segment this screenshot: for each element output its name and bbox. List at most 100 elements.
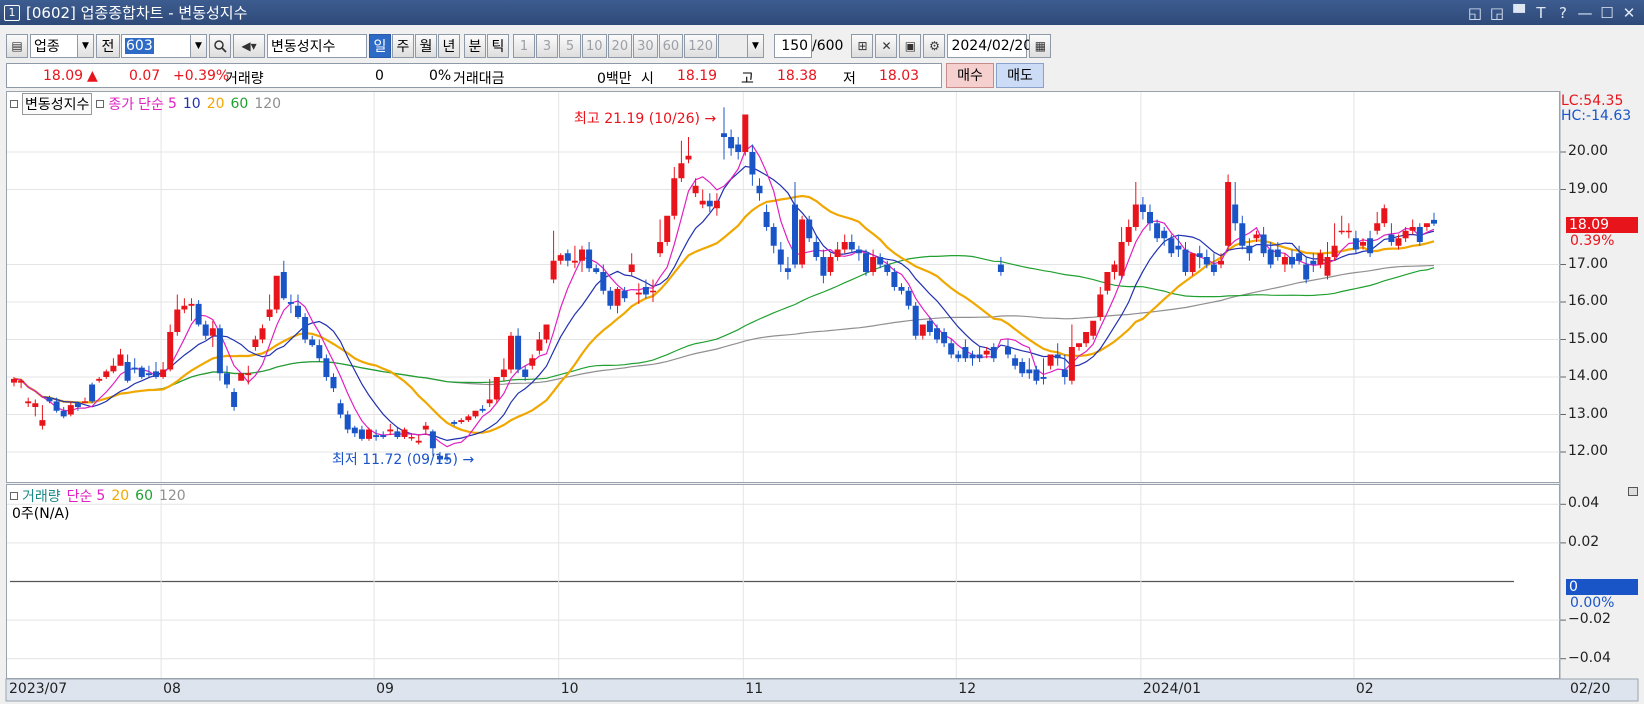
candle-body: [777, 249, 784, 265]
candle-body: [926, 320, 933, 332]
candle-body: [1168, 238, 1175, 254]
low-annotation: 최저 11.72 (09/15) →: [332, 449, 474, 469]
x-tick-label: 02: [1355, 681, 1374, 697]
window: 1 [0602] 업종종합차트 - 변동성지수 ◱ ◲ ▀ T ? — ☐ ✕ …: [0, 0, 1644, 704]
candle-body: [245, 373, 252, 376]
legend-ma-toggle-icon[interactable]: [96, 100, 105, 108]
volume-legend-ma60: 60: [135, 488, 153, 504]
candle-body: [231, 392, 238, 407]
candle-body: [1317, 253, 1324, 265]
legend-toggle-icon[interactable]: [10, 100, 18, 108]
candle-body: [955, 354, 962, 359]
candle-body: [1203, 257, 1210, 265]
current-pct-label: 0.39%: [1570, 233, 1615, 249]
candle-body: [834, 249, 841, 257]
candle-body: [493, 377, 500, 400]
candle-body: [848, 242, 855, 250]
candle-body: [472, 410, 479, 417]
candle-body: [735, 144, 742, 152]
arrow-right-icon: →: [704, 111, 717, 127]
candle-body: [117, 354, 124, 366]
candle-body: [1083, 332, 1090, 344]
candle-body: [1012, 358, 1019, 366]
candle-body: [650, 290, 656, 293]
candle-body: [1381, 208, 1388, 224]
date-axis-strip: [5, 678, 1639, 702]
candle-body: [543, 324, 550, 340]
candle-body: [905, 290, 912, 306]
candle-body: [39, 420, 46, 426]
candle-body: [614, 288, 621, 306]
candle-body: [550, 260, 557, 280]
pane-close-icon[interactable]: [1628, 487, 1638, 496]
candle-body: [25, 401, 32, 404]
candle-body: [678, 163, 685, 179]
volume-legend-toggle-icon[interactable]: [10, 492, 18, 500]
candle-body: [621, 290, 628, 299]
candle-body: [1154, 223, 1161, 239]
candle-body: [1324, 257, 1331, 276]
candle-body: [1125, 227, 1132, 242]
candle-body: [557, 255, 564, 261]
candle-body: [46, 397, 53, 402]
candle-body: [1182, 249, 1189, 272]
candle-body: [408, 437, 415, 439]
candle-body: [1097, 294, 1104, 317]
candle-body: [465, 416, 472, 421]
candle-body: [642, 287, 649, 295]
volume-tick-label: 0.04: [1568, 495, 1600, 512]
candle-body: [990, 347, 997, 359]
candle-body: [486, 399, 493, 404]
y-tick-label: 16.00: [1568, 293, 1609, 309]
candle-body: [763, 212, 770, 227]
candle-body: [1090, 320, 1097, 336]
candle-body: [1260, 234, 1267, 254]
arrow-right-icon: →: [462, 452, 475, 468]
candle-body: [124, 362, 131, 381]
candle-body: [280, 272, 287, 299]
x-tick-label: 11: [745, 681, 764, 697]
candle-body: [997, 264, 1004, 272]
candle-body: [1040, 377, 1047, 379]
candle-body: [586, 249, 593, 269]
candle-body: [1388, 234, 1395, 242]
candle-body: [138, 367, 145, 377]
candle-body: [934, 328, 940, 340]
candle-body: [415, 440, 422, 443]
candle-body: [1232, 204, 1239, 224]
candle-body: [394, 431, 401, 437]
volume-legend-ma-label: 단순: [66, 489, 93, 505]
candle-body: [110, 365, 117, 372]
candle-body: [167, 332, 174, 370]
legend-index-name[interactable]: 변동성지수: [22, 93, 93, 115]
candle-body: [1061, 369, 1068, 377]
candle-body: [536, 339, 543, 351]
candle-body: [508, 335, 514, 370]
candle-body: [366, 429, 372, 439]
candle-body: [756, 185, 763, 194]
candle-body: [749, 152, 756, 175]
x-tick-label: 2024/01: [1142, 681, 1202, 697]
candle-body: [1423, 223, 1430, 227]
candle-body: [1395, 238, 1402, 246]
candle-body: [387, 429, 394, 432]
high-annotation-text: 최고 21.19 (10/26): [574, 111, 701, 127]
ma20-line: [13, 194, 1435, 435]
candle-body: [451, 422, 458, 424]
y-tick-label: 15.00: [1568, 330, 1609, 347]
candle-body: [1267, 249, 1274, 265]
y-tick-label: 13.00: [1568, 405, 1609, 422]
candle-body: [1175, 245, 1182, 250]
x-tick-label: 08: [163, 681, 181, 697]
candle-body: [1289, 257, 1295, 265]
candle-body: [429, 431, 436, 449]
candle-body: [827, 257, 834, 272]
candle-body: [784, 268, 791, 272]
candle-body: [728, 137, 735, 149]
volume-legend-ma120: 120: [158, 488, 186, 504]
candle-body: [32, 403, 39, 407]
candle-body: [1196, 253, 1203, 257]
candle-body: [870, 257, 877, 272]
candle-body: [302, 317, 309, 340]
candle-body: [742, 114, 749, 152]
